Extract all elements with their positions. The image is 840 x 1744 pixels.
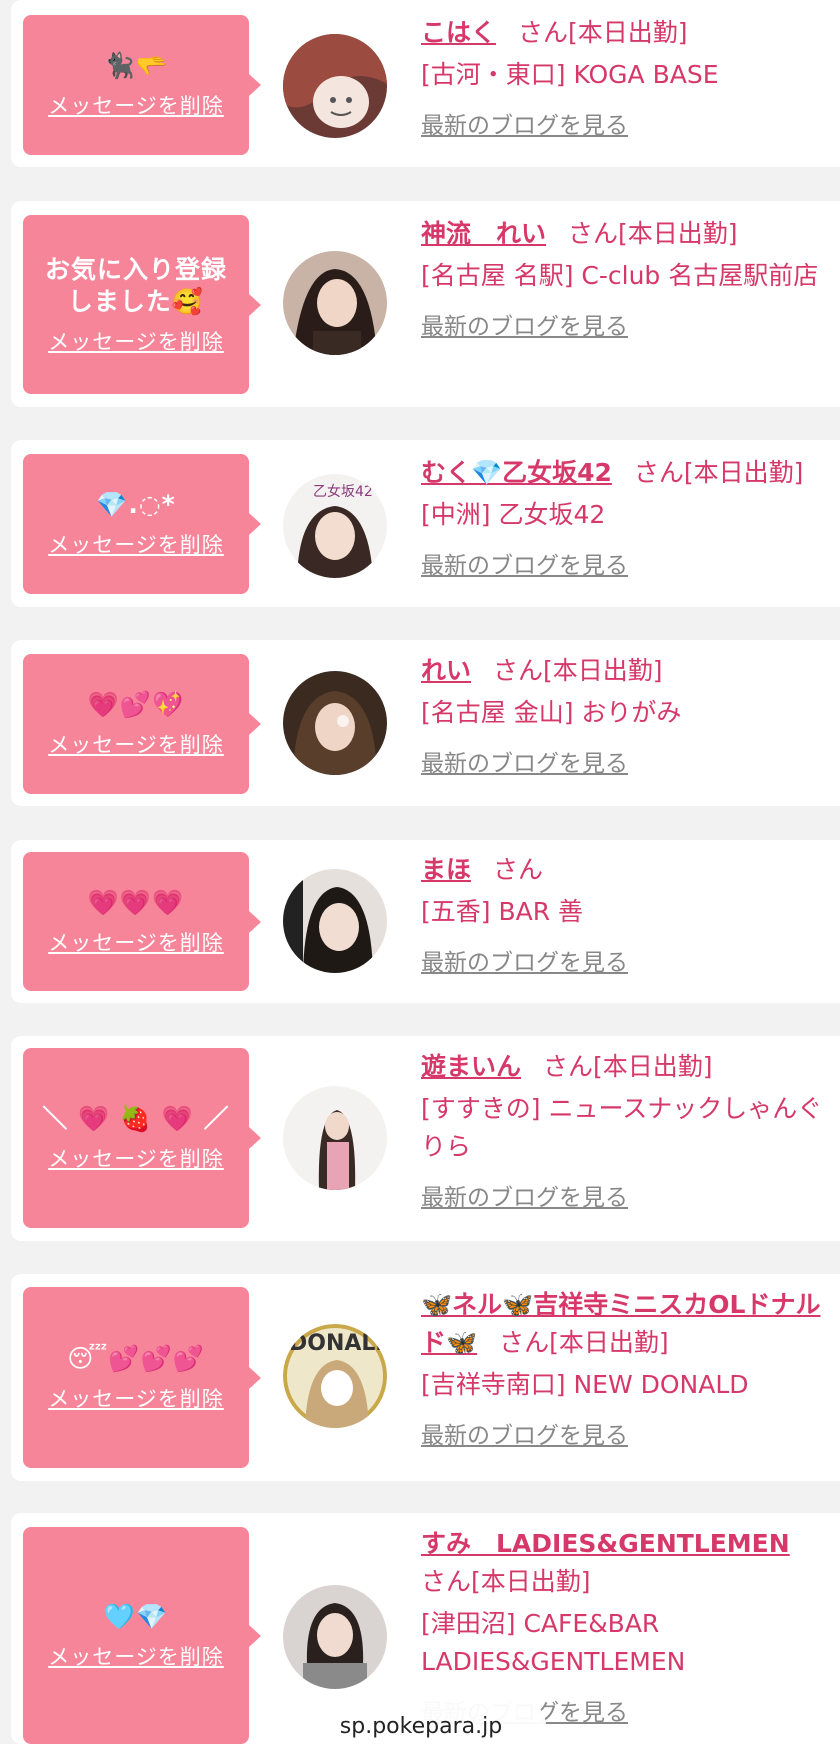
message-text: 😴💕💕💕: [67, 1343, 205, 1373]
avatar[interactable]: [283, 671, 387, 775]
latest-blog-link[interactable]: 最新のブログを見る: [421, 943, 628, 977]
message-text: 🩵💎: [103, 1601, 169, 1631]
work-status: さん[本日出勤]: [493, 656, 663, 685]
latest-blog-link[interactable]: 最新のブログを見る: [421, 744, 628, 778]
delete-message-link[interactable]: メッセージを削除: [48, 927, 224, 957]
girl-name-link[interactable]: まほ: [421, 855, 471, 884]
work-status: さん[本日出勤]: [543, 1052, 713, 1081]
shop-name: [吉祥寺南口] NEW DONALD: [421, 1370, 749, 1399]
avatar[interactable]: 乙女坂42: [283, 474, 387, 578]
work-status: さん[本日出勤]: [633, 458, 804, 487]
work-status: さん: [493, 855, 544, 884]
girl-info: 🦋ネル🦋吉祥寺ミニスカOLドナルド🦋 さん[本日出勤] [吉祥寺南口] NEW D…: [421, 1286, 832, 1450]
work-status: さん[本日出勤]: [568, 219, 738, 248]
message-bubble: 😴💕💕💕 メッセージを削除: [23, 1287, 261, 1468]
girl-info: れい さん[本日出勤] [名古屋 金山] おりがみ 最新のブログを見る: [421, 652, 832, 778]
delete-message-link[interactable]: メッセージを削除: [48, 529, 224, 559]
shop-name: [津田沼] CAFE&BAR LADIES&GENTLEMEN: [421, 1609, 686, 1676]
girl-name-link[interactable]: れい: [421, 656, 471, 685]
message-bubble: お気に入り登録しました🥰 メッセージを削除: [23, 215, 261, 394]
list-item: お気に入り登録しました🥰 メッセージを削除 神流 れい さん[本日出勤] [名古屋…: [11, 201, 840, 407]
delete-message-link[interactable]: メッセージを削除: [48, 90, 224, 120]
avatar[interactable]: [283, 251, 387, 355]
url-bar[interactable]: sp.pokepara.jp: [296, 1698, 546, 1744]
latest-blog-link[interactable]: 最新のブログを見る: [421, 546, 628, 580]
shop-name: [中洲] 乙女坂42: [421, 500, 606, 529]
avatar[interactable]: [283, 34, 387, 138]
shop-name: [名古屋 名駅] C-club 名古屋駅前店: [421, 261, 819, 290]
avatar[interactable]: DONALL: [283, 1324, 387, 1428]
favorites-message-list: 🐈‍⬛🫳 メッセージを削除 こはく さん[本日出勤] [古河・東口] KOGA B…: [0, 0, 840, 1744]
work-status: さん[本日出勤]: [499, 1328, 669, 1357]
delete-message-link[interactable]: メッセージを削除: [48, 729, 224, 759]
girl-name-link[interactable]: すみ LADIES&GENTLEMEN: [421, 1529, 790, 1558]
delete-message-link[interactable]: メッセージを削除: [48, 326, 224, 356]
delete-message-link[interactable]: メッセージを削除: [48, 1641, 224, 1671]
message-bubble: 🐈‍⬛🫳 メッセージを削除: [23, 15, 261, 155]
girl-info: むく💎乙女坂42 さん[本日出勤] [中洲] 乙女坂42 最新のブログを見る: [421, 454, 832, 580]
url-text: sp.pokepara.jp: [339, 1713, 503, 1739]
shop-name: [五香] BAR 善: [421, 897, 584, 926]
shop-name: [名古屋 金山] おりがみ: [421, 698, 682, 727]
svg-text:乙女坂42: 乙女坂42: [313, 483, 373, 500]
girl-name-link[interactable]: むく💎乙女坂42: [421, 458, 612, 487]
avatar[interactable]: [283, 869, 387, 973]
girl-name-link[interactable]: 遊まいん: [421, 1052, 521, 1081]
shop-name: [古河・東口] KOGA BASE: [421, 60, 719, 89]
message-text: 💗💗💗: [87, 887, 185, 917]
avatar[interactable]: [283, 1086, 387, 1190]
shop-name: [すすきの] ニュースナックしゃんぐりら: [421, 1094, 823, 1161]
message-text: お気に入り登録しました🥰: [44, 254, 227, 316]
girl-info: 遊まいん さん[本日出勤] [すすきの] ニュースナックしゃんぐりら 最新のブログ…: [421, 1048, 832, 1212]
message-bubble: 💗💕💖 メッセージを削除: [23, 654, 261, 794]
list-item: 🐈‍⬛🫳 メッセージを削除 こはく さん[本日出勤] [古河・東口] KOGA B…: [11, 0, 840, 167]
message-bubble: 💎.◌* メッセージを削除: [23, 454, 261, 594]
girl-info: すみ LADIES&GENTLEMEN さん[本日出勤] [津田沼] CAFE&B…: [421, 1525, 832, 1727]
latest-blog-link[interactable]: 最新のブログを見る: [421, 1178, 628, 1212]
work-status: さん[本日出勤]: [518, 18, 688, 47]
list-item: ＼ 💗 🍓 💗 ／ メッセージを削除 遊まいん さん[本日出勤] [すすきの] ニ…: [11, 1036, 840, 1241]
message-text: 🐈‍⬛🫳: [103, 51, 169, 80]
girl-info: まほ さん [五香] BAR 善 最新のブログを見る: [421, 851, 832, 977]
svg-text:DONALL: DONALL: [289, 1331, 387, 1356]
delete-message-link[interactable]: メッセージを削除: [48, 1143, 224, 1173]
girl-info: 神流 れい さん[本日出勤] [名古屋 名駅] C-club 名古屋駅前店 最新の…: [421, 215, 832, 341]
girl-name-link[interactable]: 神流 れい: [421, 219, 546, 248]
message-text: ＼ 💗 🍓 💗 ／: [42, 1104, 230, 1133]
latest-blog-link[interactable]: 最新のブログを見る: [421, 106, 628, 140]
message-text: 💗💕💖: [87, 690, 185, 719]
work-status: さん[本日出勤]: [421, 1567, 591, 1596]
girl-info: こはく さん[本日出勤] [古河・東口] KOGA BASE 最新のブログを見る: [421, 14, 832, 140]
list-item: 💎.◌* メッセージを削除 乙女坂42 むく💎乙女坂42 さん[本日出勤] [中洲…: [11, 440, 840, 607]
message-bubble: ＼ 💗 🍓 💗 ／ メッセージを削除: [23, 1048, 261, 1228]
list-item: 💗💕💖 メッセージを削除 れい さん[本日出勤] [名古屋 金山] おりがみ 最新…: [11, 640, 840, 806]
message-bubble: 💗💗💗 メッセージを削除: [23, 852, 261, 991]
delete-message-link[interactable]: メッセージを削除: [48, 1383, 224, 1413]
message-bubble: 🩵💎 メッセージを削除: [23, 1527, 261, 1744]
message-text: 💎.◌*: [96, 490, 176, 519]
avatar[interactable]: [283, 1585, 387, 1689]
latest-blog-link[interactable]: 最新のブログを見る: [421, 1416, 628, 1450]
list-item: 💗💗💗 メッセージを削除 まほ さん [五香] BAR 善 最新のブログを見る: [11, 840, 840, 1003]
list-item: 😴💕💕💕 メッセージを削除 DONALL 🦋ネル🦋吉祥寺ミニスカOLドナルド🦋 さ…: [11, 1274, 840, 1481]
girl-name-link[interactable]: こはく: [421, 18, 496, 47]
latest-blog-link[interactable]: 最新のブログを見る: [421, 307, 628, 341]
